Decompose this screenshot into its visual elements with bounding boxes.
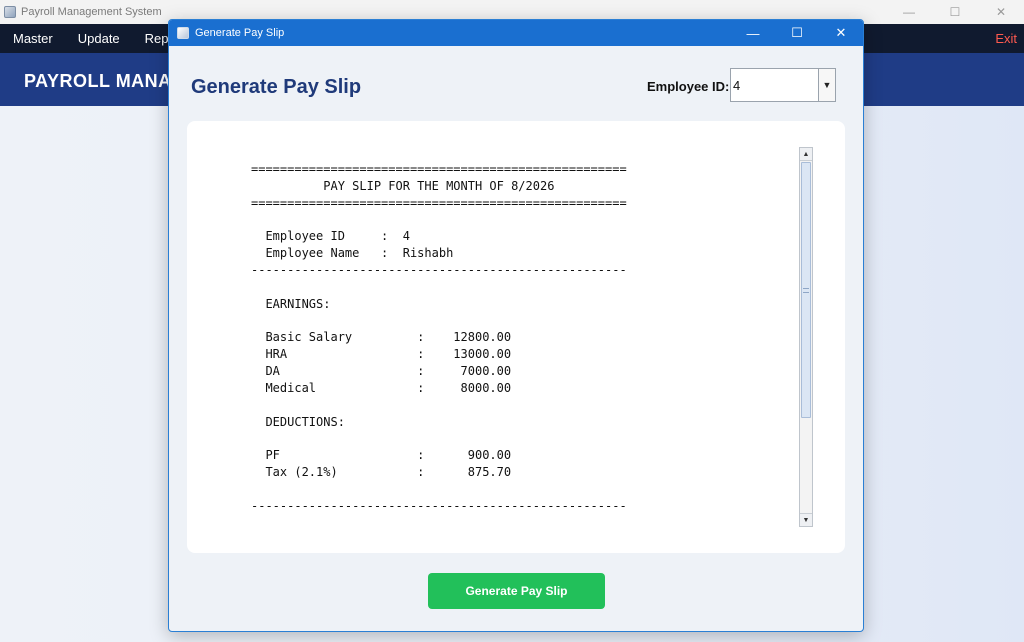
main-window-title: Payroll Management System <box>21 6 162 18</box>
pay-slip-text: ========================================… <box>251 162 627 513</box>
banner-title: PAYROLL MANAG <box>24 71 187 91</box>
employee-id-value: 4 <box>733 78 741 93</box>
generate-pay-slip-dialog: Generate Pay Slip — ☐ ✕ Generate Pay Sli… <box>168 19 864 632</box>
close-button[interactable]: ✕ <box>978 0 1024 24</box>
dialog-close-button[interactable]: ✕ <box>819 20 863 46</box>
minimize-button[interactable]: — <box>886 0 932 24</box>
pay-slip-panel: ========================================… <box>187 121 845 553</box>
vertical-scrollbar[interactable]: ▲ ▼ <box>799 147 813 527</box>
grip-icon <box>803 288 809 293</box>
generate-pay-slip-button[interactable]: Generate Pay Slip <box>428 573 605 609</box>
chevron-down-icon[interactable]: ▼ <box>818 69 835 101</box>
dialog-maximize-button[interactable]: ☐ <box>775 20 819 46</box>
scroll-down-arrow-icon[interactable]: ▼ <box>800 513 812 526</box>
menu-update[interactable]: Update <box>65 31 132 46</box>
dialog-window-controls: — ☐ ✕ <box>731 20 863 46</box>
main-window-controls: — ☐ ✕ <box>886 0 1024 24</box>
page-title: Generate Pay Slip <box>191 76 362 98</box>
employee-id-dropdown[interactable]: 4 ▼ <box>730 68 836 102</box>
employee-id-label: Employee ID: <box>647 79 730 94</box>
scroll-up-arrow-icon[interactable]: ▲ <box>800 148 812 161</box>
java-icon <box>177 27 189 39</box>
scrollbar-thumb[interactable] <box>801 162 811 418</box>
app-icon <box>4 6 16 18</box>
menu-exit[interactable]: Exit <box>995 31 1017 46</box>
dialog-titlebar: Generate Pay Slip — ☐ ✕ <box>169 20 863 46</box>
dialog-minimize-button[interactable]: — <box>731 20 775 46</box>
dialog-title: Generate Pay Slip <box>195 27 285 39</box>
menu-master[interactable]: Master <box>0 31 65 46</box>
maximize-button[interactable]: ☐ <box>932 0 978 24</box>
